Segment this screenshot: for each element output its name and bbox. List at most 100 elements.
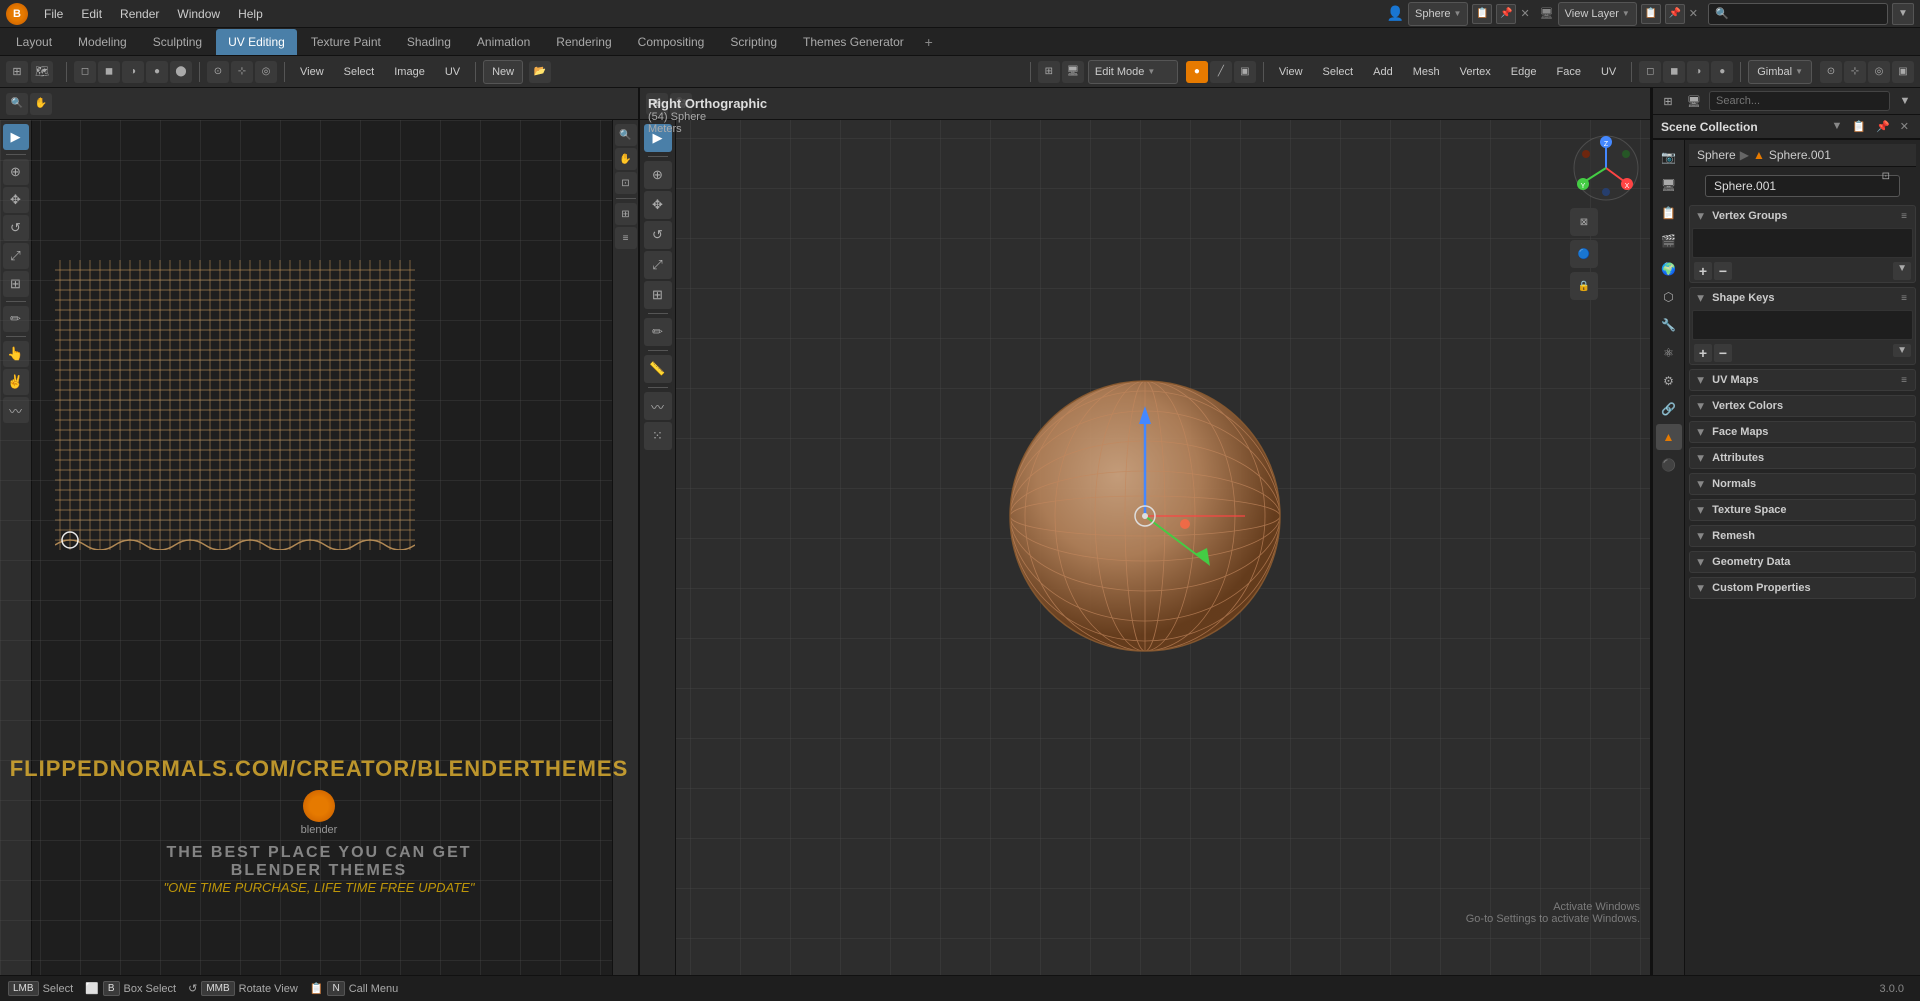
attributes-header[interactable]: ▶ Attributes bbox=[1690, 448, 1915, 468]
tab-modeling[interactable]: Modeling bbox=[66, 29, 139, 55]
uv-menu-btn[interactable]: UV bbox=[437, 60, 468, 84]
prop-scene-btn[interactable]: 🎬 bbox=[1656, 228, 1682, 254]
menu-edit[interactable]: Edit bbox=[73, 5, 110, 23]
vertex-groups-header[interactable]: ▶ Vertex Groups ≡ bbox=[1690, 206, 1915, 226]
prop-constraints-btn[interactable]: 🔗 bbox=[1656, 396, 1682, 422]
3d-icon-1[interactable]: ⊞ bbox=[1038, 61, 1060, 83]
menu-file[interactable]: File bbox=[36, 5, 71, 23]
3d-select-btn[interactable]: Select bbox=[1315, 60, 1362, 84]
3d-tool-annotate[interactable]: ✏ bbox=[644, 318, 672, 346]
vg-remove-btn[interactable]: − bbox=[1714, 262, 1732, 280]
prop-object-btn[interactable]: ⬡ bbox=[1656, 284, 1682, 310]
3d-edge-btn[interactable]: Edge bbox=[1503, 60, 1545, 84]
overlay-btn[interactable]: ⊙ bbox=[207, 61, 229, 83]
viewport-shade-btn-4[interactable]: ● bbox=[146, 61, 168, 83]
image-menu-btn[interactable]: Image bbox=[386, 60, 433, 84]
vg-expand-btn[interactable]: ▼ bbox=[1893, 262, 1911, 280]
tab-animation[interactable]: Animation bbox=[465, 29, 542, 55]
tab-sculpting[interactable]: Sculpting bbox=[141, 29, 214, 55]
edge-mode-btn[interactable]: ╱ bbox=[1210, 61, 1232, 83]
global-search-box[interactable]: 🔍 bbox=[1708, 3, 1888, 25]
viewport-shade-btn-1[interactable]: ◻ bbox=[74, 61, 96, 83]
sc-new-icon[interactable]: 📋 bbox=[1849, 119, 1869, 134]
3d-view-btn[interactable]: View bbox=[1271, 60, 1311, 84]
mesh-name-input[interactable] bbox=[1705, 175, 1900, 197]
remesh-header[interactable]: ▶ Remesh bbox=[1690, 526, 1915, 546]
3d-tool-transform[interactable]: ⊞ bbox=[644, 281, 672, 309]
edit-mode-dropdown[interactable]: Edit Mode ▼ bbox=[1088, 60, 1178, 84]
scene-new-btn[interactable]: 📋 bbox=[1472, 4, 1492, 24]
uv-rt-pan[interactable]: ✋ bbox=[615, 148, 637, 170]
tab-texture-paint[interactable]: Texture Paint bbox=[299, 29, 393, 55]
tab-rendering[interactable]: Rendering bbox=[544, 29, 623, 55]
prop-particles-btn[interactable]: ⚛ bbox=[1656, 340, 1682, 366]
3d-face-btn[interactable]: Face bbox=[1548, 60, 1588, 84]
tab-add-btn[interactable]: + bbox=[918, 31, 940, 53]
navigation-gizmo[interactable]: Z X Y bbox=[1570, 132, 1642, 204]
viewport-shading-solid[interactable]: ◼ bbox=[1663, 61, 1685, 83]
3d-tool-scale[interactable]: ⤢ bbox=[644, 251, 672, 279]
menu-help[interactable]: Help bbox=[230, 5, 271, 23]
uv-rt-zoom-in[interactable]: 🔍 bbox=[615, 124, 637, 146]
tab-scripting[interactable]: Scripting bbox=[718, 29, 789, 55]
3d-tool-measure[interactable]: 📏 bbox=[644, 355, 672, 383]
proportional-btn[interactable]: ◎ bbox=[255, 61, 277, 83]
3d-props-2[interactable]: ⊹ bbox=[1844, 61, 1866, 83]
props-search-input[interactable] bbox=[1709, 91, 1890, 111]
uv-editor-icon[interactable]: ⊞ bbox=[6, 61, 28, 83]
3d-tool-rotate[interactable]: ↺ bbox=[644, 221, 672, 249]
3d-add-btn[interactable]: Add bbox=[1365, 60, 1401, 84]
mesh-name-fake-btn[interactable]: ⊡ bbox=[1882, 171, 1890, 182]
tab-themes-generator[interactable]: Themes Generator bbox=[791, 29, 916, 55]
sc-pin-icon[interactable]: 📌 bbox=[1873, 119, 1893, 134]
view-layer-new-btn[interactable]: 📋 bbox=[1641, 4, 1661, 24]
tab-layout[interactable]: Layout bbox=[4, 29, 64, 55]
viewport-shading-render[interactable]: ● bbox=[1711, 61, 1733, 83]
3d-vertex-btn[interactable]: Vertex bbox=[1452, 60, 1499, 84]
viewport-shade-btn-5[interactable]: ⬤ bbox=[170, 61, 192, 83]
3d-tool-random[interactable]: ⁙ bbox=[644, 422, 672, 450]
sk-expand-btn[interactable]: ▼ bbox=[1893, 344, 1911, 357]
new-image-btn[interactable]: New bbox=[483, 60, 523, 84]
uv-rt-grid[interactable]: ⊞ bbox=[615, 203, 637, 225]
vp-perspective-btn[interactable]: ⊠ bbox=[1570, 208, 1598, 236]
open-image-btn[interactable]: 📂 bbox=[529, 61, 551, 83]
gimbal-btn[interactable]: Gimbal ▼ bbox=[1748, 60, 1812, 84]
normals-header[interactable]: ▶ Normals bbox=[1690, 474, 1915, 494]
sc-x-icon[interactable]: ✕ bbox=[1897, 119, 1912, 134]
scene-pin-btn[interactable]: 📌 bbox=[1496, 4, 1516, 24]
3d-uv-btn[interactable]: UV bbox=[1593, 60, 1624, 84]
tab-shading[interactable]: Shading bbox=[395, 29, 463, 55]
uv-rt-frame[interactable]: ⊡ bbox=[615, 172, 637, 194]
prop-render-btn[interactable]: 📷 bbox=[1656, 144, 1682, 170]
prop-material-btn[interactable]: ⚫ bbox=[1656, 452, 1682, 478]
view-layer-dropdown[interactable]: View Layer ▼ bbox=[1558, 2, 1637, 26]
menu-render[interactable]: Render bbox=[112, 5, 167, 23]
prop-mesh-btn[interactable]: ▲ bbox=[1656, 424, 1682, 450]
sk-add-btn[interactable]: + bbox=[1694, 344, 1712, 362]
tab-uv-editing[interactable]: UV Editing bbox=[216, 29, 297, 55]
3d-tool-move[interactable]: ✥ bbox=[644, 191, 672, 219]
sc-filter-icon[interactable]: ▼ bbox=[1828, 119, 1845, 134]
viewport-shading-material[interactable]: ◑ bbox=[1687, 61, 1709, 83]
tab-compositing[interactable]: Compositing bbox=[626, 29, 717, 55]
prop-output-btn[interactable]: 🖥 bbox=[1656, 172, 1682, 198]
filter-btn[interactable]: ▼ bbox=[1892, 3, 1914, 25]
vg-add-btn[interactable]: + bbox=[1694, 262, 1712, 280]
texture-space-header[interactable]: ▶ Texture Space bbox=[1690, 500, 1915, 520]
3d-tool-smooth[interactable]: 〰 bbox=[644, 392, 672, 420]
3d-tool-cursor[interactable]: ⊕ bbox=[644, 161, 672, 189]
face-maps-header[interactable]: ▶ Face Maps bbox=[1690, 422, 1915, 442]
viewport-shade-btn-3[interactable]: ◑ bbox=[122, 61, 144, 83]
3d-icon-2[interactable]: 🖥 bbox=[1062, 61, 1084, 83]
snap-btn[interactable]: ⊹ bbox=[231, 61, 253, 83]
sk-remove-btn[interactable]: − bbox=[1714, 344, 1732, 362]
menu-window[interactable]: Window bbox=[169, 5, 228, 23]
3d-props-4[interactable]: ▣ bbox=[1892, 61, 1914, 83]
3d-props-1[interactable]: ⊙ bbox=[1820, 61, 1842, 83]
vertex-mode-btn[interactable]: ● bbox=[1186, 61, 1208, 83]
3d-viewport[interactable]: ⊞ 🎥 ▶ ⊕ ✥ ↺ ⤢ ⊞ ✏ 📏 〰 ⁙ Right Orthograph… bbox=[640, 88, 1652, 975]
props-scene-icon[interactable]: ⊞ bbox=[1657, 90, 1679, 112]
uv-canvas[interactable]: ▶ ⊕ ✥ ↺ ⤢ ⊞ ✏ 👆 ✌ 〰 bbox=[0, 120, 638, 975]
3d-mesh-btn[interactable]: Mesh bbox=[1405, 60, 1448, 84]
